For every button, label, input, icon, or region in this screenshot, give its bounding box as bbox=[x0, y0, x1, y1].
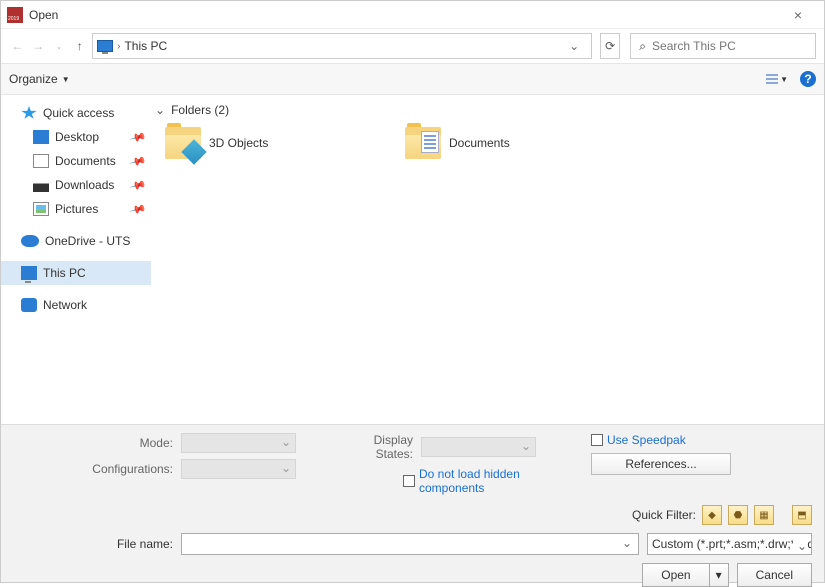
file-row: File name: Custom (*.prt;*.asm;*.drw;*.s… bbox=[13, 533, 812, 555]
sidebar-onedrive[interactable]: OneDrive - UTS bbox=[1, 229, 151, 253]
qf-asm-button[interactable]: ⬣ bbox=[728, 505, 748, 525]
button-row: Open ▾ Cancel bbox=[13, 563, 812, 587]
display-states-label: Display States: bbox=[333, 433, 413, 461]
sidebar-item-label: This PC bbox=[43, 266, 86, 280]
checkbox-icon bbox=[591, 434, 603, 446]
sidebar-this-pc[interactable]: This PC bbox=[1, 261, 151, 285]
cancel-button[interactable]: Cancel bbox=[737, 563, 812, 587]
qf-top-button[interactable]: ⬒ bbox=[792, 505, 812, 525]
breadcrumb-bar[interactable]: › This PC ⌄ bbox=[92, 33, 592, 59]
sidebar-network[interactable]: Network bbox=[1, 293, 151, 317]
folder-label: 3D Objects bbox=[209, 136, 268, 150]
no-load-hidden-label: Do not load hidden components bbox=[419, 467, 529, 495]
sidebar-item-label: Documents bbox=[55, 154, 116, 168]
pc-icon bbox=[21, 266, 37, 280]
star-icon bbox=[21, 106, 37, 120]
sidebar-pictures[interactable]: Pictures 📌 bbox=[1, 197, 151, 221]
group-label: Folders (2) bbox=[171, 103, 229, 117]
pictures-icon bbox=[33, 202, 49, 216]
sidebar-desktop[interactable]: Desktop 📌 bbox=[1, 125, 151, 149]
chevron-down-icon: ▼ bbox=[62, 75, 70, 84]
folder-items: 3D Objects Documents bbox=[155, 127, 820, 159]
organize-label: Organize bbox=[9, 72, 58, 86]
desktop-icon bbox=[33, 130, 49, 144]
pin-icon: 📌 bbox=[129, 200, 147, 218]
filter-dropdown[interactable]: Custom (*.prt;*.asm;*.drw;*.sld bbox=[647, 533, 812, 555]
breadcrumb-dropdown[interactable]: ⌄ bbox=[561, 39, 587, 53]
download-icon bbox=[33, 178, 49, 192]
mode-label: Mode: bbox=[13, 436, 173, 450]
checkbox-icon bbox=[403, 475, 415, 487]
mode-combo[interactable] bbox=[181, 433, 296, 453]
toolbar: Organize ▼ ▼ ? bbox=[1, 63, 824, 95]
bottom-panel: Mode: Configurations: Display States: Do… bbox=[1, 424, 824, 582]
use-speedpak-label: Use Speedpak bbox=[607, 433, 686, 447]
breadcrumb-location: This PC bbox=[124, 39, 167, 53]
window-title: Open bbox=[29, 8, 778, 22]
chevron-right-icon: › bbox=[117, 41, 120, 52]
sidebar-item-label: Network bbox=[43, 298, 87, 312]
config-combo[interactable] bbox=[181, 459, 296, 479]
pc-icon bbox=[97, 40, 113, 52]
chevron-down-icon: ▼ bbox=[780, 75, 788, 84]
folder-icon bbox=[405, 127, 441, 159]
qf-part-button[interactable]: ◆ bbox=[702, 505, 722, 525]
sidebar-item-label: Pictures bbox=[55, 202, 98, 216]
refresh-button[interactable]: ⟳ bbox=[600, 33, 620, 59]
pin-icon: 📌 bbox=[129, 128, 147, 146]
search-box[interactable]: ⌕ bbox=[630, 33, 816, 59]
search-input[interactable] bbox=[652, 39, 807, 53]
folder-label: Documents bbox=[449, 136, 510, 150]
titlebar: Open × bbox=[1, 1, 824, 29]
config-label: Configurations: bbox=[13, 462, 173, 476]
sidebar-quick-access[interactable]: Quick access bbox=[1, 101, 151, 125]
chevron-down-icon: ⌄ bbox=[155, 103, 165, 117]
references-button[interactable]: References... bbox=[591, 453, 731, 475]
use-speedpak-check[interactable]: Use Speedpak bbox=[591, 433, 686, 447]
filename-input[interactable] bbox=[181, 533, 639, 555]
close-button[interactable]: × bbox=[778, 7, 818, 23]
sidebar-documents[interactable]: Documents 📌 bbox=[1, 149, 151, 173]
group-header[interactable]: ⌄ Folders (2) bbox=[155, 103, 820, 117]
sidebar-item-label: Quick access bbox=[43, 106, 114, 120]
open-button[interactable]: Open ▾ bbox=[642, 563, 728, 587]
organize-button[interactable]: Organize ▼ bbox=[9, 72, 70, 86]
sidebar-item-label: OneDrive - UTS bbox=[45, 234, 130, 248]
back-button[interactable]: ← bbox=[9, 34, 26, 58]
display-states-combo[interactable] bbox=[421, 437, 536, 457]
sidebar-item-label: Desktop bbox=[55, 130, 99, 144]
pin-icon: 📌 bbox=[129, 176, 147, 194]
pin-icon: 📌 bbox=[129, 152, 147, 170]
folder-icon bbox=[165, 127, 201, 159]
document-icon bbox=[33, 154, 49, 168]
filename-label: File name: bbox=[13, 537, 173, 551]
help-button[interactable]: ? bbox=[800, 71, 816, 87]
no-load-hidden-check[interactable]: Do not load hidden components bbox=[403, 467, 529, 495]
recent-dropdown[interactable]: ⌄ bbox=[51, 34, 68, 58]
cloud-icon bbox=[21, 235, 39, 247]
sidebar-downloads[interactable]: Downloads 📌 bbox=[1, 173, 151, 197]
nav-row: ← → ⌄ ↑ › This PC ⌄ ⟳ ⌕ bbox=[1, 29, 824, 63]
search-icon: ⌕ bbox=[639, 39, 646, 54]
view-icon bbox=[766, 74, 778, 84]
folder-item-documents[interactable]: Documents bbox=[405, 127, 605, 159]
quick-filter-label: Quick Filter: bbox=[632, 508, 696, 522]
quick-filter-row: Quick Filter: ◆ ⬣ ▦ ⬒ bbox=[13, 505, 812, 525]
view-button[interactable]: ▼ bbox=[766, 74, 788, 84]
folder-item-3d-objects[interactable]: 3D Objects bbox=[165, 127, 365, 159]
app-icon bbox=[7, 7, 23, 23]
up-button[interactable]: ↑ bbox=[71, 34, 88, 58]
qf-drw-button[interactable]: ▦ bbox=[754, 505, 774, 525]
network-icon bbox=[21, 298, 37, 312]
forward-button[interactable]: → bbox=[30, 34, 47, 58]
sidebar-item-label: Downloads bbox=[55, 178, 114, 192]
